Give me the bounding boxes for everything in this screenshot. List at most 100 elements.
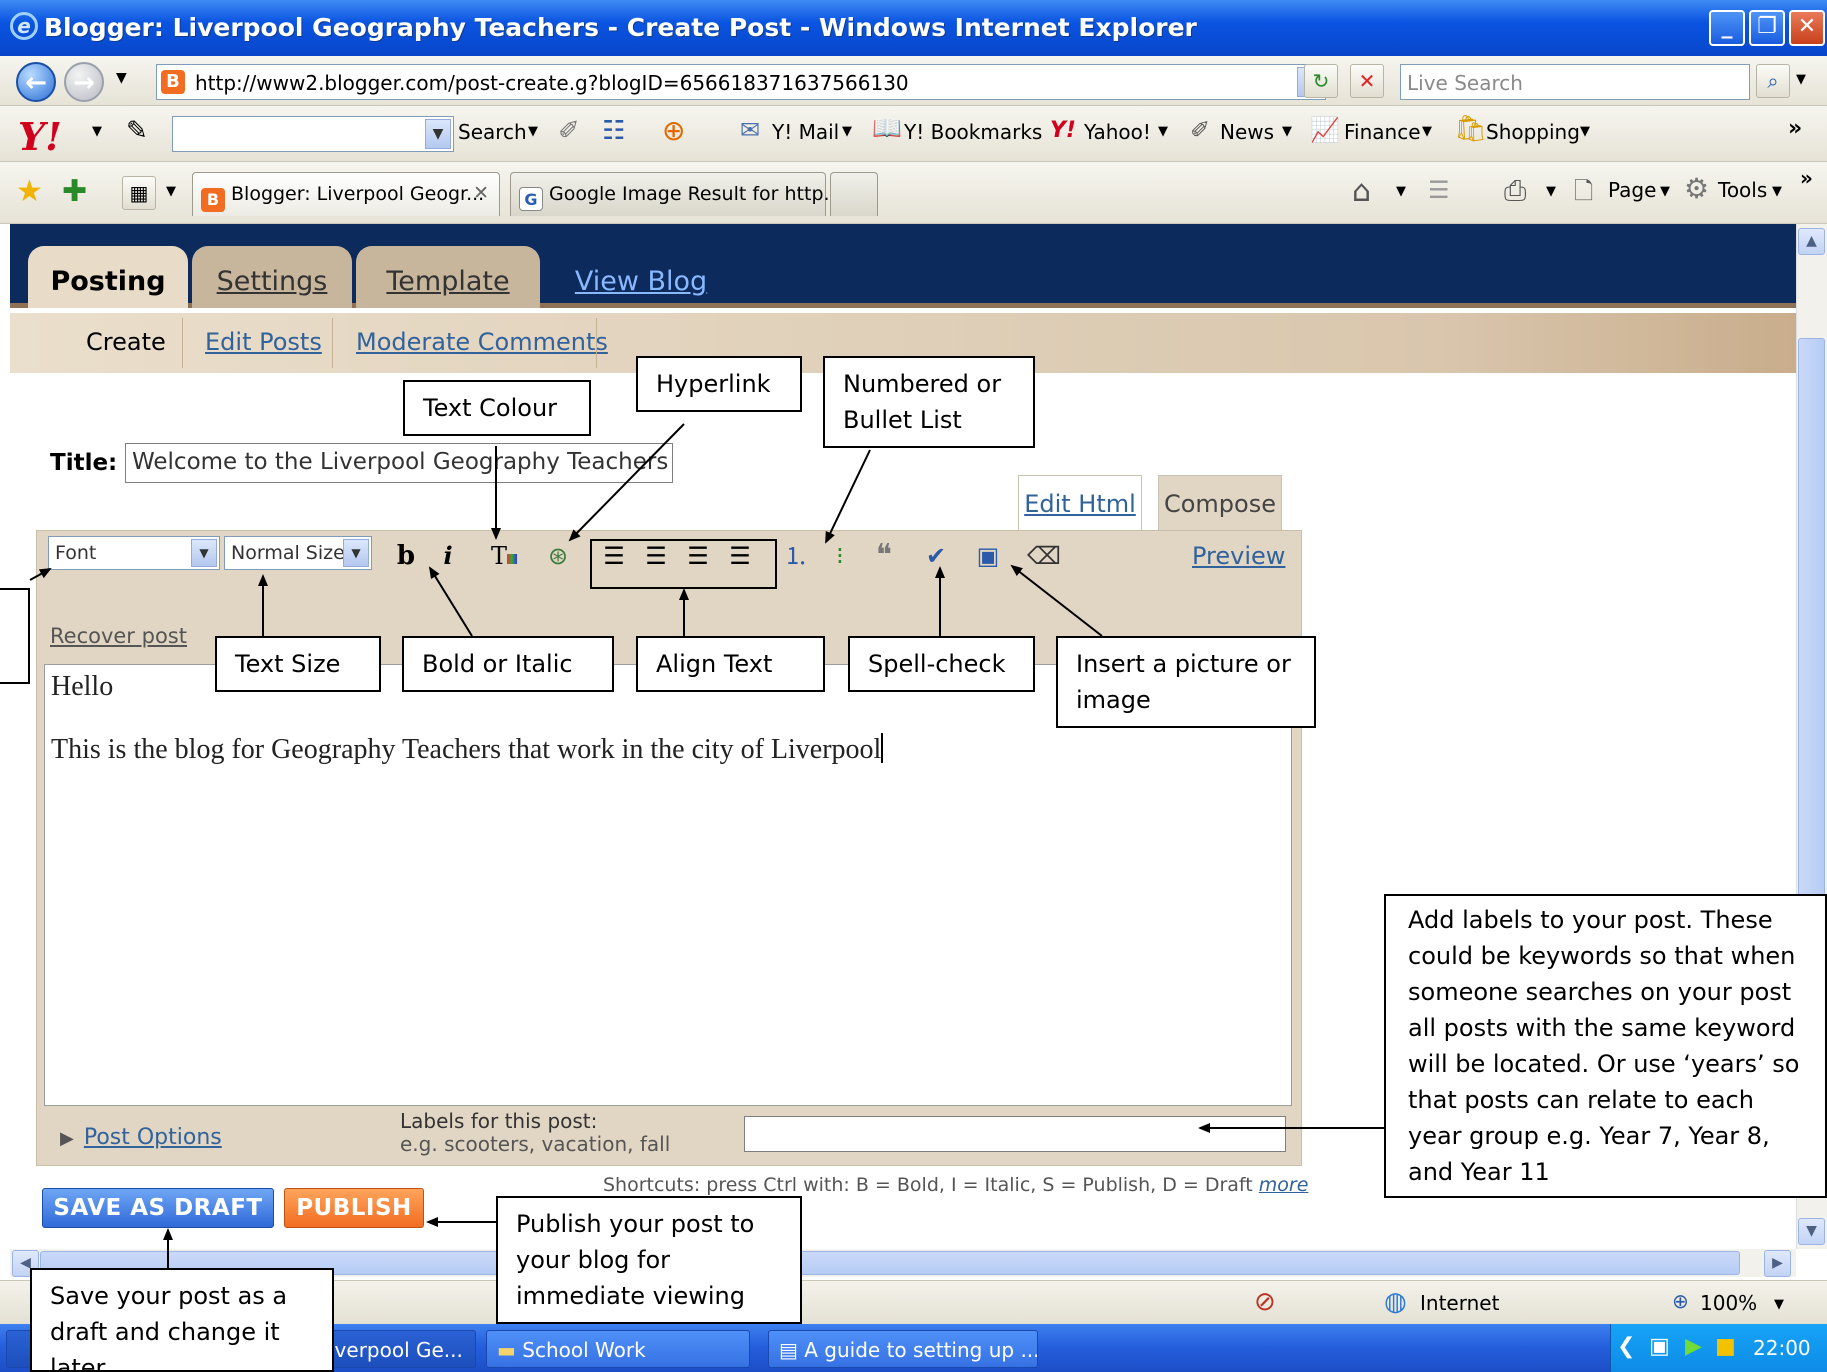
search-dropdown-icon[interactable]: ▼	[528, 124, 538, 139]
post-title-input[interactable]: Welcome to the Liverpool Geography Teach…	[125, 443, 673, 483]
print-dropdown-icon[interactable]: ▼	[1546, 184, 1556, 199]
tools-dropdown-icon[interactable]: ▼	[1772, 184, 1782, 199]
italic-button[interactable]: i	[430, 538, 466, 574]
subtab-moderate-comments[interactable]: Moderate Comments	[356, 328, 608, 356]
target-icon[interactable]: ⊕	[662, 114, 685, 147]
spell-check-icon[interactable]: ✔	[918, 538, 954, 574]
address-field[interactable]: B http://www2.blogger.com/post-create.g?…	[156, 64, 1326, 100]
mail-dropdown-icon[interactable]: ▼	[842, 124, 852, 139]
tab-blogger[interactable]: B Blogger: Liverpool Geogr... ✕	[192, 172, 500, 216]
add-favorites-icon[interactable]: ✚	[62, 174, 87, 209]
align-right-icon[interactable]: ☰	[680, 538, 716, 574]
new-tab-button[interactable]	[830, 172, 878, 216]
home-icon[interactable]: ⌂	[1352, 174, 1371, 209]
highlight-icon[interactable]: ✐	[558, 116, 580, 146]
hyperlink-icon[interactable]: ⊛	[540, 538, 576, 574]
feeds-icon[interactable]: ☰	[1428, 176, 1450, 204]
text-colour-icon[interactable]: T	[486, 538, 522, 574]
tray-expand-icon[interactable]: ❮	[1617, 1334, 1635, 1359]
save-as-draft-button[interactable]: SAVE AS DRAFT	[42, 1188, 274, 1228]
minimize-button[interactable]: _	[1709, 10, 1745, 46]
yahoo-home-link[interactable]: Yahoo!	[1084, 120, 1151, 144]
post-options-toggle[interactable]: ▶ Post Options	[60, 1125, 222, 1150]
close-tab-icon[interactable]: ✕	[473, 182, 489, 204]
blockquote-icon[interactable]: ❝	[866, 538, 902, 574]
subtab-edit-posts[interactable]: Edit Posts	[205, 328, 322, 356]
search-icon[interactable]: ⌕	[1756, 64, 1790, 98]
tab-settings[interactable]: Settings	[192, 246, 352, 308]
search-options-icon[interactable]: ▼	[1796, 72, 1806, 87]
tab-compose[interactable]: Compose	[1158, 475, 1282, 531]
yahoo-logo[interactable]: Y!	[18, 114, 62, 159]
tab-google-image[interactable]: G Google Image Result for http...	[510, 172, 842, 216]
preview-link[interactable]: Preview	[1192, 542, 1285, 570]
numbered-list-icon[interactable]: ⒈	[778, 538, 814, 574]
popup-blocker-icon[interactable]: ⊘	[1254, 1287, 1276, 1317]
tab-edit-html[interactable]: Edit Html	[1018, 475, 1142, 531]
yahoo-news-link[interactable]: News	[1220, 120, 1274, 144]
home-dropdown-icon[interactable]: ▼	[1396, 184, 1406, 199]
finance-dropdown-icon[interactable]: ▼	[1422, 124, 1432, 139]
yahoo-finance-link[interactable]: Finance	[1344, 120, 1421, 144]
scroll-right-icon[interactable]: ▶	[1764, 1250, 1791, 1277]
tab-view-blog[interactable]: View Blog	[556, 246, 726, 308]
insert-image-icon[interactable]: ▣	[970, 538, 1006, 574]
layout-icon[interactable]: ☷	[602, 116, 625, 146]
bullet-list-icon[interactable]: ⁝	[822, 538, 858, 574]
shopping-dropdown-icon[interactable]: ▼	[1580, 124, 1590, 139]
restore-button[interactable]: ❐	[1749, 10, 1785, 46]
quick-tabs-icon[interactable]: ▦	[122, 176, 156, 210]
yahoo-dropdown-icon[interactable]: ▼	[1158, 124, 1168, 139]
flag-icon[interactable]: ■	[1715, 1334, 1736, 1359]
taskbar-item-guide[interactable]: ▤ A guide to setting up ...	[768, 1330, 1038, 1368]
yahoo-mail-link[interactable]: Y! Mail	[772, 120, 839, 144]
favorites-star-icon[interactable]: ★	[16, 174, 43, 209]
tab-template[interactable]: Template	[356, 246, 540, 308]
post-body-editor[interactable]: Hello This is the blog for Geography Tea…	[44, 664, 1292, 1106]
history-dropdown-icon[interactable]: ▼	[116, 70, 127, 86]
news-dropdown-icon[interactable]: ▼	[1282, 124, 1292, 139]
taskbar-item-school-work[interactable]: ▬ School Work	[486, 1330, 750, 1368]
tab-list-dropdown-icon[interactable]: ▼	[166, 184, 176, 199]
zoom-dropdown-icon[interactable]: ▼	[1774, 1297, 1784, 1312]
network-icon[interactable]: ▣	[1649, 1334, 1670, 1359]
yahoo-bookmarks-link[interactable]: Y! Bookmarks	[904, 120, 1042, 144]
shortcuts-more-link[interactable]: more	[1259, 1174, 1309, 1196]
yahoo-search-button[interactable]: Search	[458, 120, 527, 144]
command-overflow-chevron[interactable]: »	[1800, 166, 1813, 190]
recover-post-link[interactable]: Recover post	[50, 624, 187, 648]
yahoo-search-input[interactable]: ▼	[172, 116, 454, 152]
font-select[interactable]: Font ▼	[48, 536, 220, 570]
close-button[interactable]: ✕	[1789, 10, 1825, 46]
stop-icon[interactable]: ✕	[1350, 64, 1384, 98]
publish-button[interactable]: PUBLISH	[284, 1188, 424, 1228]
scroll-up-icon[interactable]: ▲	[1798, 228, 1825, 255]
scroll-down-icon[interactable]: ▼	[1798, 1218, 1825, 1245]
title-label: Title:	[50, 450, 118, 476]
yahoo-search-dropdown-icon[interactable]: ▼	[425, 119, 451, 149]
align-left-icon[interactable]: ☰	[596, 538, 632, 574]
align-center-icon[interactable]: ☰	[638, 538, 674, 574]
yahoo-shopping-link[interactable]: Shopping	[1486, 120, 1580, 144]
yahoo-menu-dropdown-icon[interactable]: ▼	[92, 124, 102, 139]
align-justify-icon[interactable]: ☰	[722, 538, 758, 574]
size-select[interactable]: Normal Size ▼	[224, 536, 372, 570]
pencil-icon[interactable]: ✎	[126, 116, 148, 146]
print-icon[interactable]: ⎙	[1504, 174, 1526, 208]
bold-button[interactable]: b	[388, 538, 424, 574]
zoom-level[interactable]: 100%	[1700, 1291, 1757, 1315]
forward-button[interactable]: →	[64, 62, 104, 102]
media-icon[interactable]: ▶	[1685, 1334, 1702, 1359]
page-dropdown-icon[interactable]: ▼	[1660, 184, 1670, 199]
post-body-text: This is the blog for Geography Teachers …	[51, 734, 882, 765]
subtab-create[interactable]: Create	[86, 328, 166, 356]
toolbar-overflow-chevron[interactable]: »	[1788, 116, 1802, 141]
back-button[interactable]: ←	[16, 62, 56, 102]
page-menu[interactable]: Page	[1608, 178, 1656, 202]
remove-formatting-icon[interactable]: ⌫	[1026, 538, 1062, 574]
labels-input[interactable]	[744, 1116, 1286, 1152]
tab-posting[interactable]: Posting	[28, 246, 188, 308]
live-search-input[interactable]: Live Search	[1400, 64, 1750, 100]
tools-menu[interactable]: Tools	[1718, 178, 1767, 202]
refresh-icon[interactable]: ↻	[1304, 64, 1338, 98]
